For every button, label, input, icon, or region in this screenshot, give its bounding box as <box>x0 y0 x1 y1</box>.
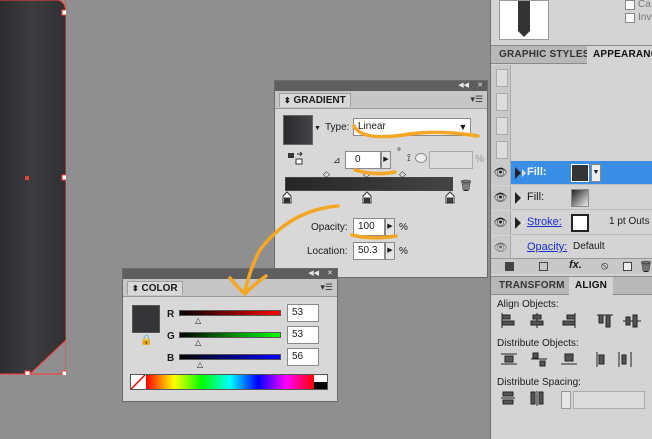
angle-underline-annotation <box>353 168 397 176</box>
annotation-overlay <box>228 124 480 296</box>
opacity-underline-annotation <box>350 233 398 240</box>
type-underline-annotation <box>352 124 480 139</box>
